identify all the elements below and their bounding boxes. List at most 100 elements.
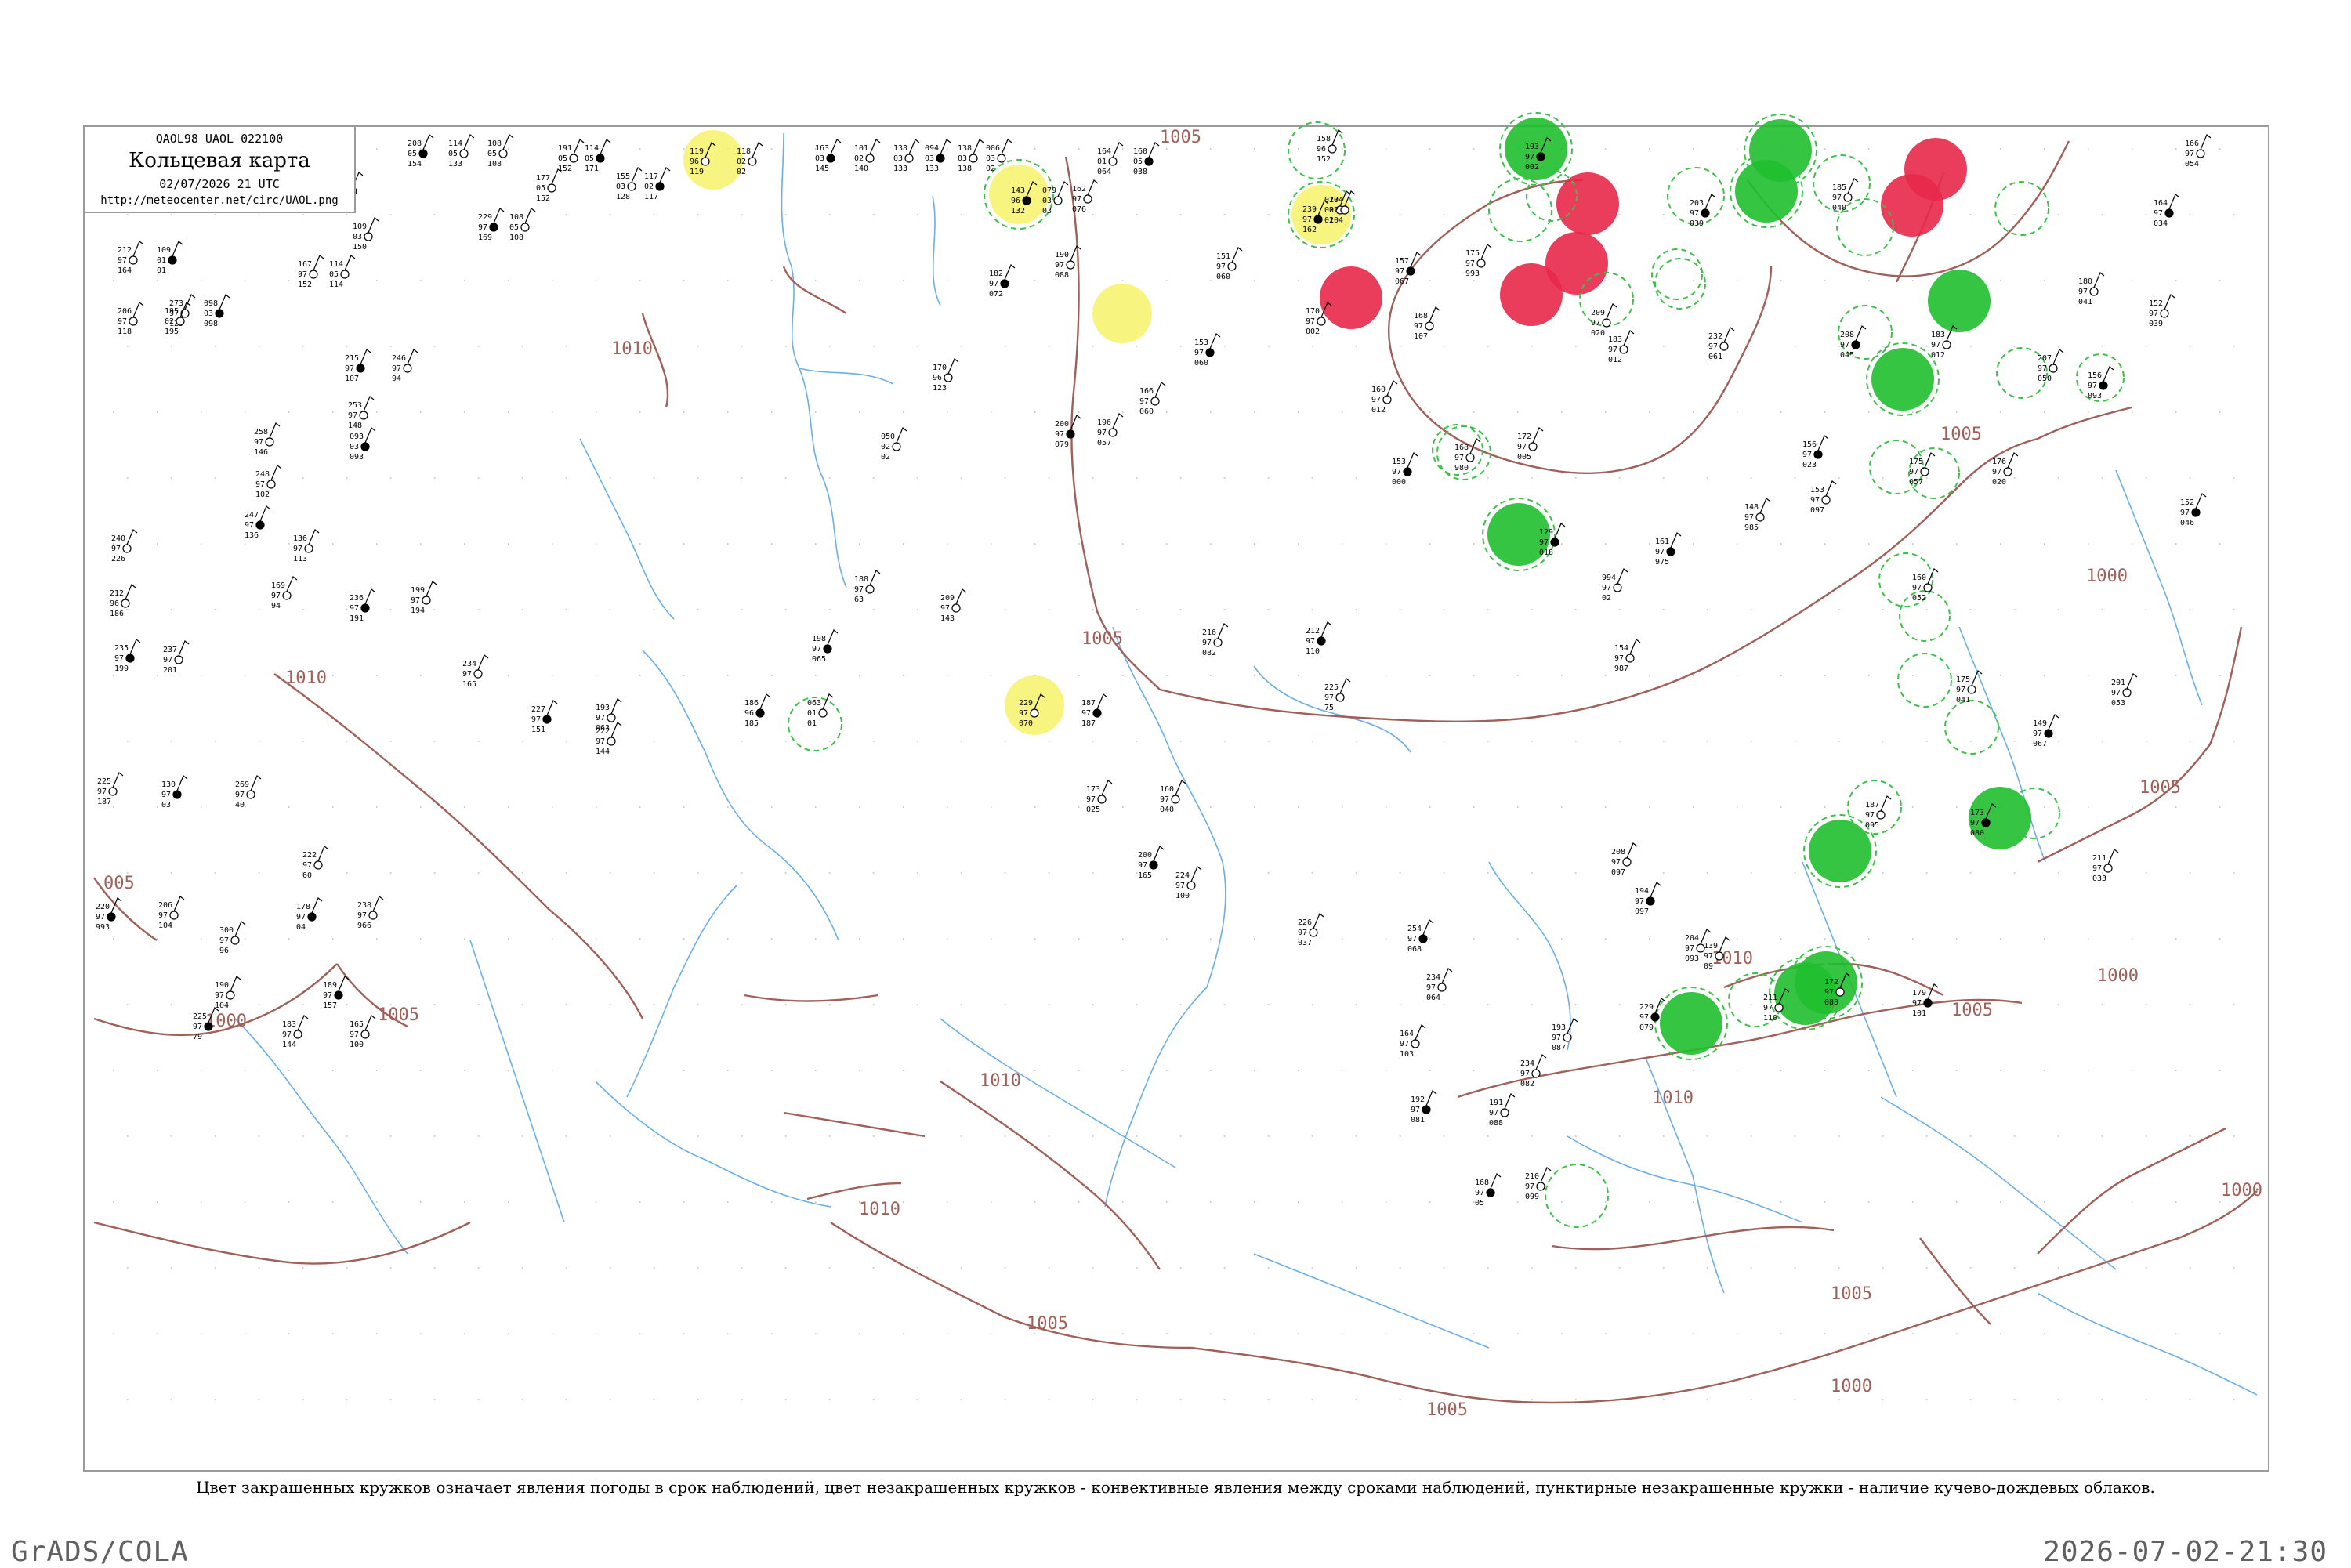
station-temperature: 237	[163, 646, 177, 654]
station-plot: 108 05 108	[487, 134, 514, 168]
station-plot: 20097165	[1138, 846, 1165, 880]
wind-barb	[1847, 178, 1859, 194]
station-pressure: 01	[157, 266, 166, 275]
station-temperature: 118	[737, 147, 751, 156]
station-dewpoint: 97	[1306, 317, 1315, 326]
wind-barb	[1422, 919, 1434, 936]
cloud-cover-symbol	[1340, 205, 1349, 215]
map-canvas: 1005 1010 1010 1010 1010 1005 1005 1005 …	[93, 112, 2262, 1420]
station-temperature: 160	[1160, 785, 1174, 794]
source-url[interactable]: http://meteocenter.net/circ/UAOL.png	[85, 194, 354, 207]
cloud-cover-symbol	[168, 255, 177, 265]
station-dewpoint: 05	[585, 154, 594, 163]
wind-barb	[234, 921, 246, 937]
station-dewpoint: 02	[854, 154, 864, 163]
wind-barb	[1567, 1018, 1578, 1034]
station-dewpoint: 97	[1810, 496, 1820, 505]
station-temperature: 151	[1216, 252, 1230, 261]
station-pressure: 993	[96, 923, 110, 932]
station-pressure: 054	[2185, 160, 2199, 168]
wind-barb	[173, 896, 185, 912]
station-dewpoint: 97	[1608, 346, 1617, 354]
station-temperature: 210	[1525, 1172, 1539, 1181]
wind-barb	[1057, 181, 1069, 197]
cloud-cover-symbol	[1821, 495, 1831, 505]
station-pressure: 136	[245, 531, 259, 540]
station-dewpoint: 97	[357, 911, 367, 920]
cloud-cover-symbol	[1022, 196, 1031, 205]
station-temperature: 172	[1824, 978, 1838, 987]
station-temperature: 138	[958, 144, 972, 153]
cloud-cover-symbol	[1563, 1033, 1572, 1042]
wind-barb	[363, 396, 375, 412]
cloud-cover-symbol	[360, 1030, 370, 1039]
station-dewpoint: 97	[1602, 584, 1611, 592]
wind-barb	[1407, 452, 1418, 469]
isobar-label: 1005	[1940, 425, 1982, 444]
wind-barb	[502, 134, 514, 150]
station-dewpoint: 97	[345, 364, 354, 373]
station-temperature: 130	[161, 780, 176, 789]
wind-barb	[422, 134, 434, 150]
wind-barb	[1924, 452, 1936, 469]
station-temperature: 215	[345, 354, 359, 363]
station-pressure: 75	[1324, 704, 1334, 712]
cloud-cover-symbol	[176, 317, 185, 326]
station-plot: 175 97 057	[1909, 452, 1936, 487]
station-plot: 237 97 201	[163, 640, 190, 675]
station-dewpoint: 05	[558, 154, 567, 163]
wind-barb	[896, 427, 907, 444]
cloud-cover-symbol	[108, 787, 118, 796]
station-temperature: 209	[1591, 309, 1605, 317]
station-dewpoint: 03	[353, 233, 362, 241]
station-plot: 23597199	[114, 639, 141, 673]
station-dewpoint: 97	[940, 604, 950, 613]
station-temperature: 200	[1055, 420, 1069, 429]
cloud-cover-symbol	[1171, 795, 1180, 804]
station-pressure: 068	[1407, 945, 1422, 954]
station-pressure: 40	[235, 801, 245, 809]
station-temperature: 175	[1465, 249, 1480, 258]
wind-barb	[1112, 142, 1124, 158]
wind-barb	[2052, 349, 2064, 365]
wind-barb	[1623, 330, 1635, 346]
cloud-cover-symbol	[1403, 467, 1412, 476]
wind-barb	[1101, 780, 1113, 796]
station-temperature: 160	[1912, 574, 1926, 582]
station-dewpoint: 97	[282, 1030, 292, 1039]
cloud-cover-symbol	[2103, 864, 2113, 873]
wind-barb	[129, 639, 141, 655]
station-pressure: 164	[118, 266, 132, 275]
station-dewpoint: 96	[744, 709, 754, 718]
station-temperature: 200	[1138, 851, 1152, 860]
cloud-cover-symbol	[1465, 453, 1475, 462]
wind-barb	[132, 241, 144, 257]
station-pressure: 128	[616, 193, 630, 201]
wind-barb	[1415, 1024, 1426, 1041]
station-temperature: 269	[235, 780, 249, 789]
isobar-label: 1005	[1160, 128, 1201, 147]
cloud-cover-symbol	[1000, 279, 1009, 288]
cloud-cover-symbol	[266, 480, 276, 489]
station-temperature: 206	[158, 901, 172, 910]
station-plot: 21597 107	[345, 349, 371, 383]
cloud-cover-symbol	[1942, 340, 1951, 349]
station-pressure: 02	[1602, 594, 1611, 603]
station-plot: 10102 140	[854, 139, 881, 173]
wind-barb	[1504, 1093, 1516, 1110]
station-pressure: 146	[254, 448, 268, 457]
wind-barb	[364, 427, 376, 444]
station-temperature: 157	[1395, 257, 1409, 266]
station-temperature: 194	[1635, 887, 1649, 896]
wind-barb	[172, 241, 183, 257]
station-dewpoint: 97	[1202, 639, 1212, 647]
station-plot: 196 97 057	[1097, 413, 1124, 447]
wind-barb	[1880, 795, 1892, 812]
station-temperature: 239	[1302, 205, 1317, 214]
wind-barb	[1429, 306, 1440, 323]
station-pressure: 103	[1400, 1050, 1414, 1059]
station-temperature: 220	[96, 903, 110, 911]
wind-barb	[631, 167, 643, 183]
wind-barb	[1650, 882, 1661, 898]
wind-barb	[1629, 639, 1641, 655]
